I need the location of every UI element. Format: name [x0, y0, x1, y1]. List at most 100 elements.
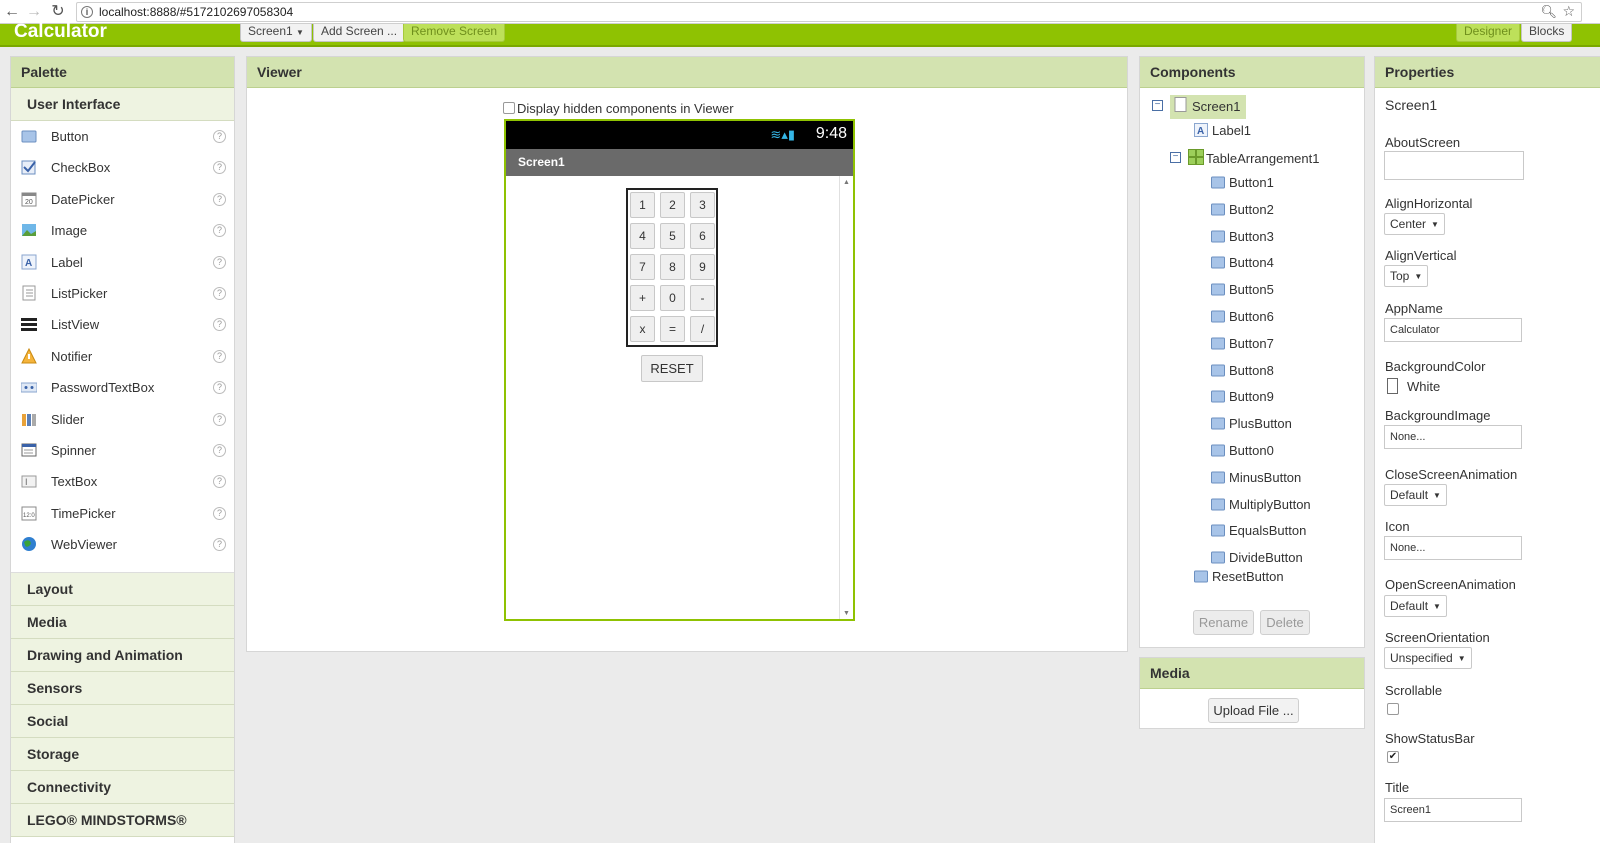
calc-button[interactable]: x	[630, 316, 655, 342]
palette-section-5[interactable]: Storage	[11, 738, 234, 771]
tree-item-tablearrangement1[interactable]: TableArrangement1	[1188, 149, 1319, 169]
tree-item-child[interactable]: Button7	[1211, 336, 1274, 356]
tree-item-child[interactable]: Button5	[1211, 282, 1274, 302]
reset-button[interactable]: RESET	[641, 355, 703, 382]
help-icon[interactable]: ?	[213, 318, 226, 332]
palette-item-datepicker[interactable]: 20 DatePicker?	[11, 184, 234, 215]
help-icon[interactable]: ?	[213, 286, 226, 300]
close-screen-animation-select[interactable]: Default ▼	[1384, 484, 1447, 506]
scroll-down-icon[interactable]: ▼	[843, 610, 850, 617]
palette-section-user-interface[interactable]: User Interface	[11, 88, 234, 121]
help-icon[interactable]: ?	[213, 412, 226, 426]
help-icon[interactable]: ?	[213, 506, 226, 520]
bookmark-star-icon[interactable]: ☆	[1562, 2, 1575, 20]
screen-orientation-select[interactable]: Unspecified ▼	[1384, 647, 1472, 669]
calc-button[interactable]: 1	[630, 192, 655, 218]
palette-section-1[interactable]: Media	[11, 606, 234, 639]
background-color-value[interactable]: White	[1407, 379, 1440, 394]
open-screen-animation-select[interactable]: Default ▼	[1384, 595, 1447, 617]
palette-section-4[interactable]: Social	[11, 705, 234, 738]
reload-icon[interactable]: ↻	[48, 2, 68, 22]
help-icon[interactable]: ?	[213, 224, 226, 238]
calc-button[interactable]: =	[660, 316, 685, 342]
calc-button[interactable]: 9	[690, 254, 715, 280]
tree-item-child[interactable]: Button4	[1211, 255, 1274, 275]
tree-item-child[interactable]: EqualsButton	[1211, 523, 1306, 543]
title-input[interactable]: Screen1	[1384, 798, 1522, 822]
collapse-icon[interactable]: −	[1170, 152, 1181, 163]
tree-item-child[interactable]: Button8	[1211, 363, 1274, 383]
help-icon[interactable]: ?	[213, 161, 226, 175]
designer-button[interactable]: Designer	[1456, 24, 1521, 42]
palette-section-7[interactable]: LEGO® MINDSTORMS®	[11, 804, 234, 837]
calc-button[interactable]: 4	[630, 223, 655, 249]
tree-item-child[interactable]: Button9	[1211, 389, 1274, 409]
tree-item-child[interactable]: MultiplyButton	[1211, 497, 1311, 517]
address-bar[interactable]: i localhost:8888/#5172102697058304 🔍︎ ☆	[76, 2, 1582, 22]
calc-button[interactable]: 3	[690, 192, 715, 218]
display-hidden-checkbox[interactable]: Display hidden components in Viewer	[503, 101, 734, 116]
scroll-up-icon[interactable]: ▲	[843, 179, 850, 186]
help-icon[interactable]: ?	[213, 192, 226, 206]
palette-section-6[interactable]: Connectivity	[11, 771, 234, 804]
palette-item-listview[interactable]: ListView?	[11, 309, 234, 340]
help-icon[interactable]: ?	[213, 349, 226, 363]
calc-button[interactable]: -	[690, 285, 715, 311]
tree-item-child[interactable]: Button0	[1211, 443, 1274, 463]
table-arrangement[interactable]: 1 2 3 4 5 6 7 8 9 +0- x = /	[626, 188, 718, 347]
align-horizontal-select[interactable]: Center ▼	[1384, 213, 1445, 235]
background-color-swatch[interactable]	[1387, 378, 1398, 394]
scrollable-checkbox[interactable]	[1387, 703, 1399, 715]
collapse-icon[interactable]: −	[1152, 100, 1163, 111]
help-icon[interactable]: ?	[213, 381, 226, 395]
help-icon[interactable]: ?	[213, 538, 226, 552]
viewer-scrollbar[interactable]: ▲ ▼	[839, 176, 853, 619]
help-icon[interactable]: ?	[213, 443, 226, 457]
help-icon[interactable]: ?	[213, 255, 226, 269]
screen-dropdown[interactable]: Screen1 ▼	[240, 24, 312, 42]
palette-item-label[interactable]: A Label?	[11, 247, 234, 278]
tree-item-label1[interactable]: A Label1	[1194, 123, 1251, 143]
align-vertical-select[interactable]: Top ▼	[1384, 265, 1429, 287]
blocks-button[interactable]: Blocks	[1521, 24, 1573, 42]
remove-screen-button[interactable]: Remove Screen	[403, 24, 506, 42]
background-image-picker[interactable]: None...	[1384, 425, 1522, 449]
checkbox-box[interactable]	[503, 102, 515, 114]
palette-item-timepicker[interactable]: 12:0 TimePicker?	[11, 498, 234, 529]
tree-item-child[interactable]: Button1	[1211, 175, 1274, 195]
calc-button[interactable]: 7	[630, 254, 655, 280]
upload-file-button[interactable]: Upload File ...	[1208, 698, 1299, 723]
tree-item-resetbutton[interactable]: ResetButton	[1194, 569, 1284, 589]
palette-item-webviewer[interactable]: WebViewer?	[11, 529, 234, 560]
icon-picker[interactable]: None...	[1384, 536, 1522, 560]
tree-item-child[interactable]: PlusButton	[1211, 416, 1292, 436]
add-screen-button[interactable]: Add Screen ...	[313, 24, 406, 42]
palette-section-3[interactable]: Sensors	[11, 672, 234, 705]
calc-button[interactable]: 0	[660, 285, 685, 311]
appname-input[interactable]: Calculator	[1384, 318, 1522, 342]
calc-button[interactable]: +	[630, 285, 655, 311]
tree-item-child[interactable]: DivideButton	[1211, 550, 1303, 570]
palette-item-slider[interactable]: Slider?	[11, 404, 234, 435]
palette-item-spinner[interactable]: Spinner?	[11, 435, 234, 466]
tree-item-child[interactable]: Button6	[1211, 309, 1274, 329]
palette-item-button[interactable]: Button?	[11, 121, 234, 152]
delete-button[interactable]: Delete	[1260, 610, 1310, 635]
palette-item-notifier[interactable]: Notifier?	[11, 341, 234, 372]
back-icon[interactable]: ←	[2, 2, 22, 22]
palette-item-textbox[interactable]: I TextBox?	[11, 466, 234, 497]
calc-button[interactable]: 8	[660, 254, 685, 280]
show-status-bar-checkbox[interactable]: ✔	[1387, 751, 1399, 763]
zoom-icon[interactable]: 🔍︎	[1540, 3, 1557, 21]
calc-button[interactable]: /	[690, 316, 715, 342]
tree-item-screen1[interactable]: Screen1	[1170, 95, 1247, 119]
palette-section-2[interactable]: Drawing and Animation	[11, 639, 234, 672]
rename-button[interactable]: Rename	[1193, 610, 1254, 635]
calc-button[interactable]: 6	[690, 223, 715, 249]
palette-section-0[interactable]: Layout	[11, 573, 234, 606]
about-screen-textarea[interactable]	[1384, 151, 1524, 180]
palette-item-listpicker[interactable]: ListPicker?	[11, 278, 234, 309]
calc-button[interactable]: 5	[660, 223, 685, 249]
tree-item-child[interactable]: Button2	[1211, 202, 1274, 222]
calc-button[interactable]: 2	[660, 192, 685, 218]
